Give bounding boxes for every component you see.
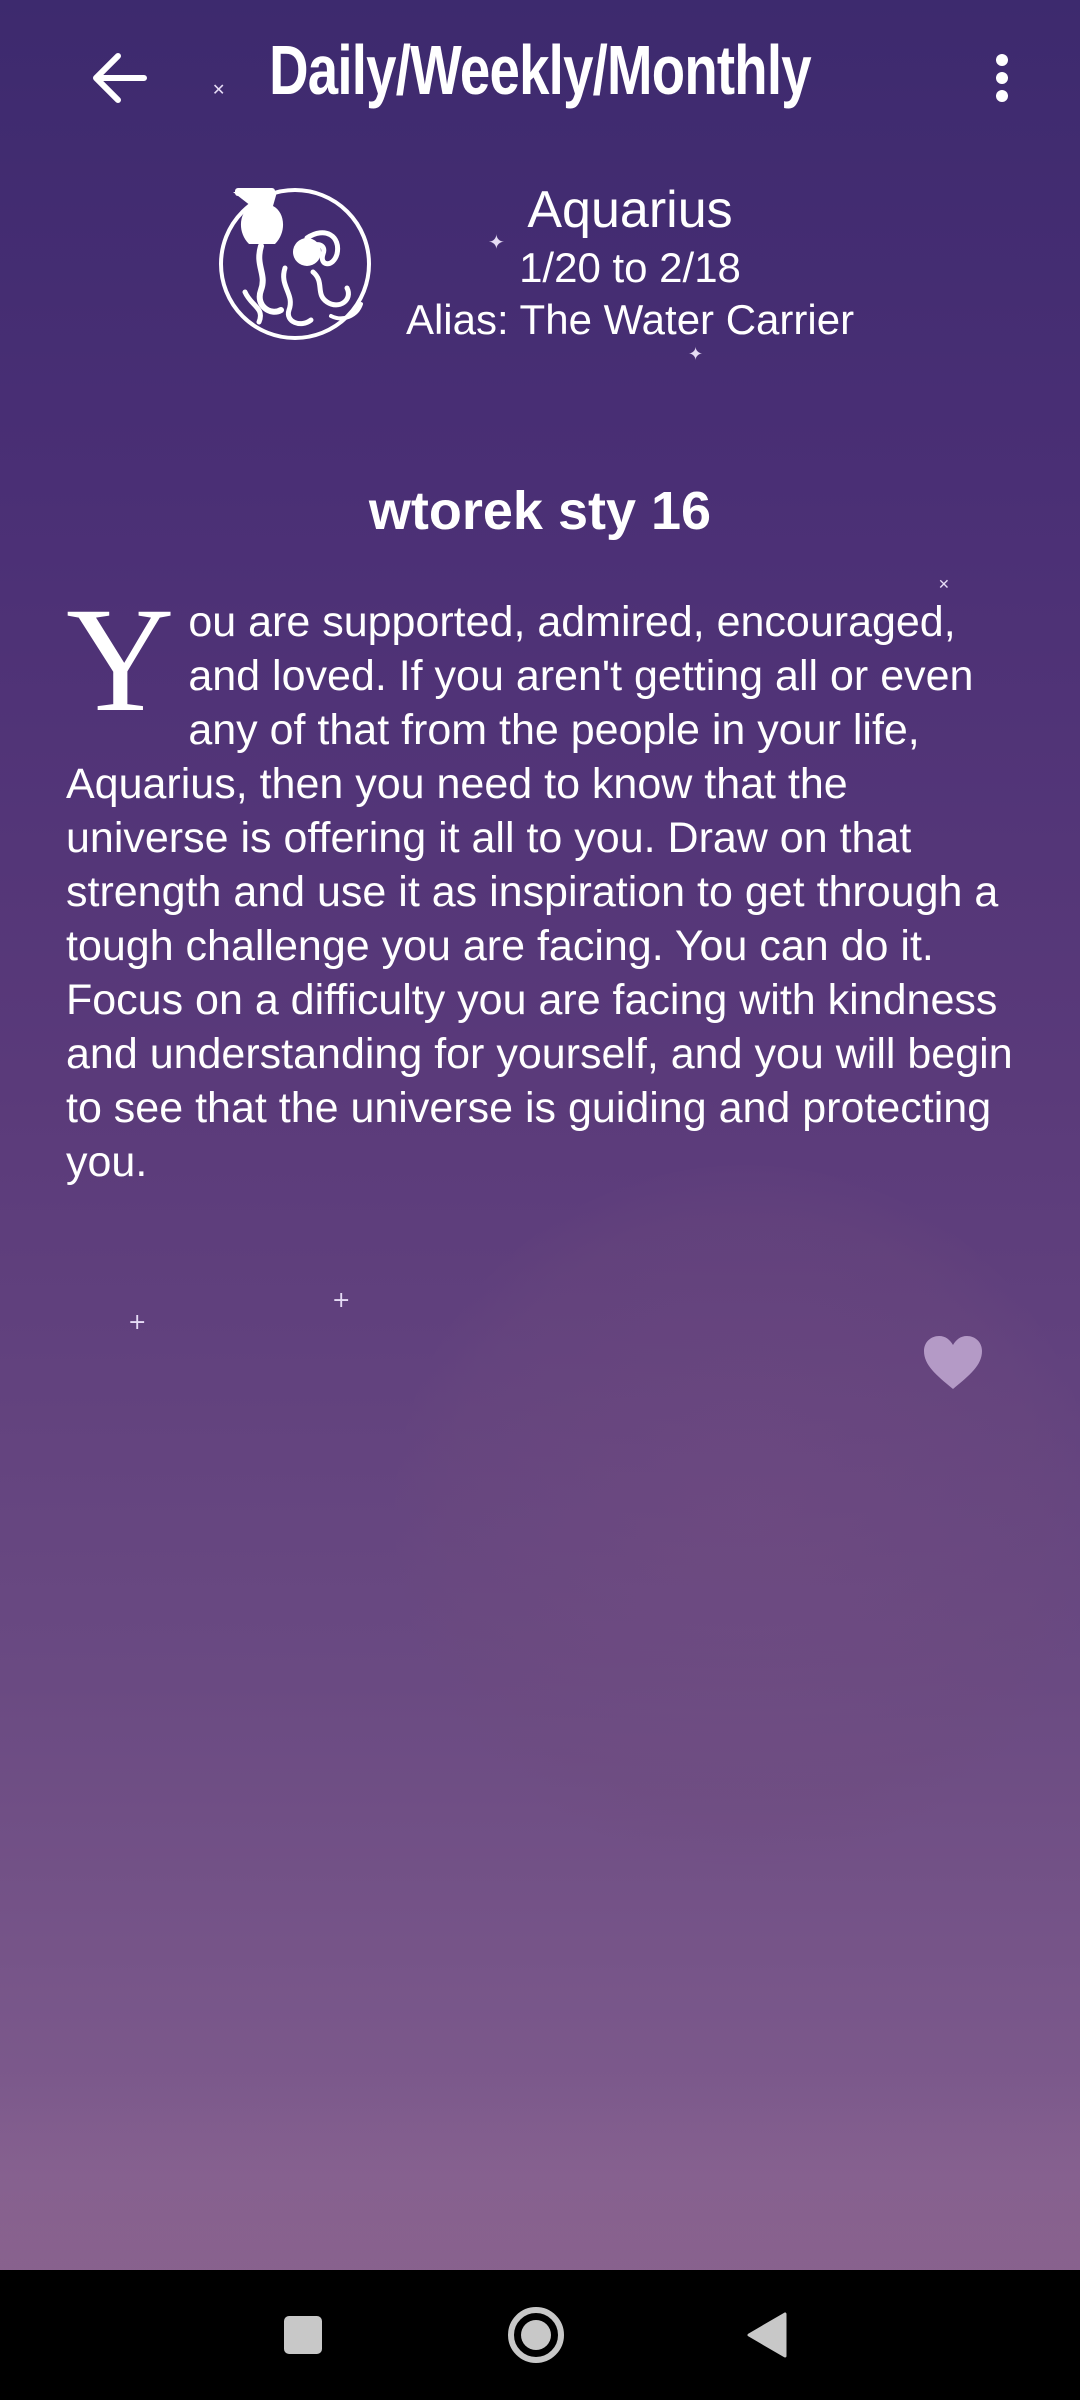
page-title: Daily/Weekly/Monthly xyxy=(269,31,811,109)
sign-info: Aquarius 1/20 to 2/18 Alias: The Water C… xyxy=(380,178,880,346)
favorite-button[interactable] xyxy=(922,1335,984,1391)
star-icon: + xyxy=(128,1310,147,1335)
reading-date: wtorek sty 16 xyxy=(368,481,712,541)
more-vert-icon xyxy=(996,54,1008,102)
circle-home-icon xyxy=(508,2307,564,2363)
star-icon: + xyxy=(332,1288,351,1313)
nav-back-button[interactable] xyxy=(727,2295,807,2375)
system-navigation-bar xyxy=(0,2270,1080,2400)
square-icon xyxy=(284,2316,322,2354)
back-button[interactable] xyxy=(80,38,160,118)
arrow-left-icon xyxy=(93,53,147,103)
app-bar: Daily/Weekly/Monthly xyxy=(0,0,1080,150)
triangle-back-icon xyxy=(747,2312,787,2358)
cloud-layer xyxy=(0,2080,1080,2270)
sign-alias: Alias: The Water Carrier xyxy=(405,296,855,343)
star-icon: ✕ xyxy=(938,577,950,593)
horoscope-body: ou are supported, admired, encouraged, a… xyxy=(66,598,1013,1186)
sign-dates: 1/20 to 2/18 xyxy=(519,244,741,291)
home-button[interactable] xyxy=(496,2295,576,2375)
star-icon: ✦ xyxy=(688,344,704,365)
moon-glow xyxy=(395,1165,1080,1865)
more-options-button[interactable] xyxy=(972,40,1032,116)
drop-cap: Y xyxy=(66,577,175,743)
aquarius-water-carrier-icon xyxy=(215,182,375,342)
horoscope-text: Y ou are supported, admired, encouraged,… xyxy=(66,577,1016,1189)
heart-icon xyxy=(924,1336,982,1389)
sign-name: Aquarius xyxy=(527,181,733,239)
recents-button[interactable] xyxy=(263,2295,343,2375)
